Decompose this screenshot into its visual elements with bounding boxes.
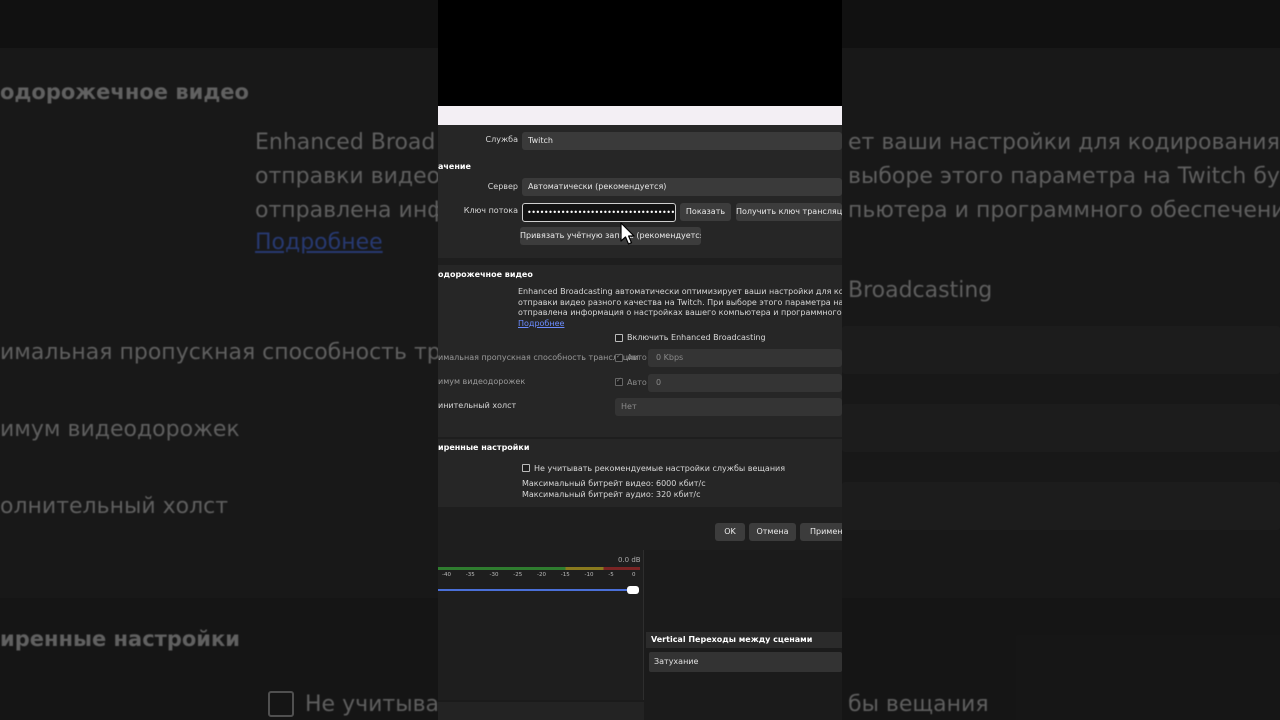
learn-more-link[interactable]: Подробнее — [518, 319, 564, 330]
server-select[interactable]: Автоматически (рекомендуется) — [522, 178, 842, 196]
service-label: Служба — [485, 135, 518, 144]
bandwidth-auto-label: Авто — [627, 353, 647, 362]
vertical-video-frame: Служба Twitch ачение Сервер Автоматическ… — [438, 0, 842, 720]
meter-tick-label: -25 — [513, 572, 523, 578]
max-audio-bitrate: Максимальный битрейт аудио: 320 кбит/с — [522, 490, 701, 499]
server-label: Сервер — [487, 182, 518, 191]
tracks-input[interactable]: 0 — [648, 374, 842, 392]
connect-account-button[interactable]: Привязать учётную запись (рекомендуется) — [520, 227, 701, 245]
volume-fader-handle[interactable] — [627, 586, 639, 594]
enable-enhanced-label: Включить Enhanced Broadcasting — [627, 333, 766, 342]
ignore-recommended-checkbox[interactable] — [522, 464, 530, 472]
tracks-auto-checkbox[interactable] — [615, 376, 623, 386]
stream-key-input[interactable]: •••••••••••••••••••••••••••••••••••• — [522, 203, 676, 222]
multitrack-heading: одорожечное видео — [438, 270, 533, 279]
max-video-bitrate: Максимальный битрейт видео: 6000 кбит/с — [522, 479, 706, 488]
get-stream-key-button[interactable]: Получить ключ трансляции — [736, 203, 842, 221]
ignore-recommended-label: Не учитывать рекомендуемые настройки слу… — [534, 464, 786, 473]
title-bar — [438, 106, 842, 125]
enable-enhanced-checkbox[interactable] — [615, 334, 623, 342]
canvas-select[interactable]: Нет — [615, 398, 842, 416]
bandwidth-label: имальная пропускная способность трансляц… — [438, 353, 639, 362]
lower-left-panel — [438, 702, 644, 720]
bandwidth-input[interactable]: 0 Kbps — [648, 349, 842, 367]
meter-tick-label: -40 — [442, 572, 451, 578]
ok-button[interactable]: OK — [715, 523, 745, 541]
volume-fader-track[interactable] — [438, 589, 635, 591]
enhanced-desc-line-3: отправлена информация о настройках вашег… — [518, 308, 842, 317]
mouse-cursor-icon — [620, 222, 635, 245]
meter-tick-label: -20 — [537, 572, 546, 578]
meter-tick-label: 0 — [632, 572, 636, 578]
enhanced-desc-line-1: Enhanced Broadcasting автоматически опти… — [518, 287, 842, 296]
apply-button[interactable]: Применить — [800, 523, 842, 541]
screen: одорожечное видео Enhanced Broad ет ваши… — [0, 0, 1280, 720]
meter-tick-label: -15 — [560, 572, 570, 578]
show-key-button[interactable]: Показать — [680, 203, 731, 221]
meter-tick-label: -30 — [489, 572, 499, 578]
enhanced-desc-line-2: отправки видео разного качества на Twitc… — [518, 297, 842, 307]
meter-tick-label: -35 — [465, 572, 475, 578]
stream-key-label: Ключ потока — [463, 206, 518, 215]
service-select[interactable]: Twitch — [522, 132, 842, 150]
meter-tick-label: -10 — [584, 572, 594, 578]
settings-dialog: Служба Twitch ачение Сервер Автоматическ… — [438, 125, 842, 550]
destination-heading: ачение — [438, 162, 471, 171]
db-readout: 0.0 dB — [618, 556, 641, 564]
bandwidth-auto-checkbox[interactable] — [615, 352, 623, 362]
tracks-label: имум видеодорожек — [438, 377, 526, 386]
volume-meter — [438, 567, 640, 570]
meter-tick-label: -5 — [608, 572, 614, 578]
scene-transitions-header: Vertical Переходы между сценами — [646, 632, 842, 648]
cancel-button[interactable]: Отмена — [749, 523, 796, 541]
advanced-heading: иренные настройки — [438, 443, 530, 452]
audio-mixer: 0.0 dB -40 -35 -30 -25 -20 -15 -10 -5 0 — [438, 550, 644, 700]
obs-bottom-panels: 0.0 dB -40 -35 -30 -25 -20 -15 -10 -5 0 Vertical… — [438, 550, 842, 720]
tracks-auto-label: Авто — [627, 378, 647, 387]
transition-select[interactable]: Затухание — [649, 652, 842, 672]
canvas-label: инительный холст — [438, 401, 517, 410]
